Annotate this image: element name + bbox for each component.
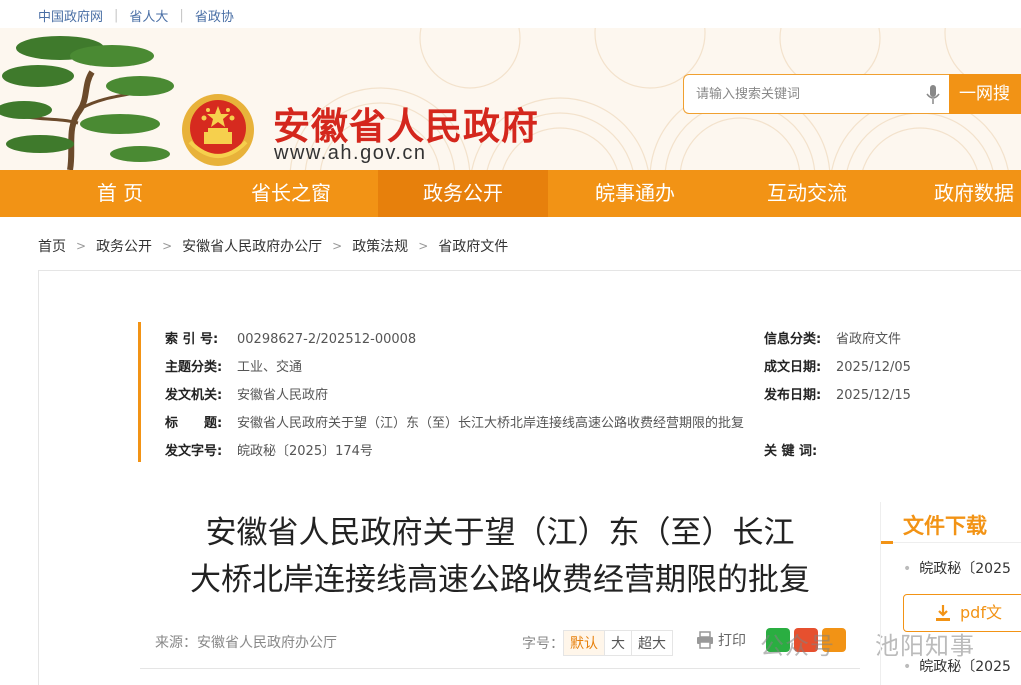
meta-value: 2025/12/05 (836, 360, 911, 375)
download-button-label: pdf文 (960, 603, 1002, 622)
breadcrumb-policy[interactable]: 政策法规 (352, 236, 408, 256)
download-panel: 文件下载 皖政秘〔2025 pdf文 皖政秘〔2025 (880, 502, 1021, 685)
document-meta: 索 引 号: 00298627-2/202512-00008 主题分类: 工业、交通… (138, 322, 938, 462)
site-url: www.ah.gov.cn (274, 142, 427, 164)
font-size-label: 字号： (522, 636, 564, 652)
nav-government-data[interactable]: 政府数据 (916, 170, 1021, 217)
download-pdf-button[interactable]: pdf文 (903, 594, 1021, 632)
breadcrumb-gov-affairs[interactable]: 政务公开 (96, 236, 152, 256)
font-size-default[interactable]: 默认 (563, 630, 605, 656)
download-item[interactable]: 皖政秘〔2025 (903, 656, 1011, 676)
chevron-right-icon: > (76, 239, 87, 253)
nav-interaction[interactable]: 互动交流 (744, 170, 870, 217)
top-links: 中国政府网 | 省人大 | 省政协 (38, 6, 234, 25)
pine-tree-illustration (0, 36, 174, 170)
microphone-icon[interactable] (926, 85, 940, 105)
separator: | (179, 8, 184, 23)
breadcrumb-documents[interactable]: 省政府文件 (438, 236, 508, 256)
breadcrumb-home[interactable]: 首页 (38, 236, 66, 256)
meta-label: 主题分类: (165, 360, 223, 375)
search-box (683, 74, 949, 114)
font-size-xlarge[interactable]: 超大 (631, 630, 673, 656)
meta-label: 索 引 号: (165, 332, 219, 347)
meta-value: 安徽省人民政府 (237, 388, 329, 403)
meta-value: 工业、交通 (237, 360, 303, 375)
chevron-right-icon: > (162, 239, 173, 253)
meta-docno: 发文字号: 皖政秘〔2025〕174号 (165, 440, 373, 459)
download-title: 文件下载 (903, 514, 987, 538)
top-link-congress[interactable]: 省人大 (129, 6, 168, 25)
watermark-text: 公众号 (760, 632, 835, 660)
source-text: 来源：安徽省人民政府办公厅 (155, 635, 337, 651)
meta-label: 关 键 词: (764, 444, 818, 459)
meta-category: 信息分类: 省政府文件 (764, 328, 901, 347)
meta-value: 2025/12/15 (836, 388, 911, 403)
meta-label: 发文字号: (165, 444, 223, 459)
nav-government-affairs[interactable]: 政务公开 (378, 170, 548, 217)
nav-governor[interactable]: 省长之窗 (228, 170, 354, 217)
breadcrumb: 首页 > 政务公开 > 安徽省人民政府办公厅 > 政策法规 > 省政府文件 (38, 236, 508, 256)
search-input[interactable] (684, 75, 904, 113)
meta-topic: 主题分类: 工业、交通 (165, 356, 302, 375)
article-title-line: 安徽省人民政府关于望（江）东（至）长江 (205, 515, 795, 551)
meta-created: 成文日期: 2025/12/05 (764, 356, 911, 375)
download-item[interactable]: 皖政秘〔2025 (903, 558, 1011, 578)
article-title: 安徽省人民政府关于望（江）东（至）长江 大桥北岸连接线高速公路收费经营期限的批复 (140, 510, 860, 604)
breadcrumb-office[interactable]: 安徽省人民政府办公厅 (182, 236, 322, 256)
chevron-right-icon: > (332, 239, 343, 253)
search-button[interactable]: 一网搜 (949, 74, 1021, 114)
meta-label: 信息分类: (764, 332, 822, 347)
nav-home[interactable]: 首 页 (60, 170, 180, 217)
meta-label: 成文日期: (764, 360, 822, 375)
accent-bar (881, 541, 893, 544)
article-title-line: 大桥北岸连接线高速公路收费经营期限的批复 (190, 562, 810, 598)
nav-services[interactable]: 皖事通办 (572, 170, 698, 217)
meta-index: 索 引 号: 00298627-2/202512-00008 (165, 328, 416, 347)
print-icon[interactable] (696, 631, 714, 649)
meta-value: 安徽省人民政府关于望（江）东（至）长江大桥北岸连接线高速公路收费经营期限的批复 (237, 416, 745, 431)
meta-label: 标 题: (165, 416, 223, 431)
print-label[interactable]: 打印 (718, 630, 746, 650)
main-nav: 首 页 省长之窗 政务公开 皖事通办 互动交流 政府数据 (0, 170, 1021, 217)
article-source: 来源：安徽省人民政府办公厅 (155, 632, 337, 652)
font-size-selector: 字号： 默认 大 超大 (522, 630, 673, 656)
download-arrow-icon (936, 605, 950, 621)
divider (881, 541, 1021, 544)
meta-published: 发布日期: 2025/12/15 (764, 384, 911, 403)
meta-value: 皖政秘〔2025〕174号 (237, 444, 373, 459)
meta-issuer: 发文机关: 安徽省人民政府 (165, 384, 328, 403)
meta-value: 省政府文件 (836, 332, 902, 347)
page: 中国政府网 | 省人大 | 省政协 安徽省人民政府 www.ah.gov.cn … (0, 0, 1021, 685)
meta-keywords: 关 键 词: (764, 440, 836, 459)
meta-title: 标 题: 安徽省人民政府关于望（江）东（至）长江大桥北岸连接线高速公路收费经营期限… (165, 412, 744, 431)
separator: | (114, 8, 119, 23)
top-link-gov-cn[interactable]: 中国政府网 (38, 6, 103, 25)
divider (140, 668, 860, 669)
meta-label: 发布日期: (764, 388, 822, 403)
top-link-cppcc[interactable]: 省政协 (195, 6, 234, 25)
meta-value: 00298627-2/202512-00008 (237, 332, 417, 347)
meta-label: 发文机关: (165, 388, 223, 403)
chevron-right-icon: > (418, 239, 429, 253)
national-emblem-icon (182, 94, 254, 166)
font-size-large[interactable]: 大 (604, 630, 632, 656)
